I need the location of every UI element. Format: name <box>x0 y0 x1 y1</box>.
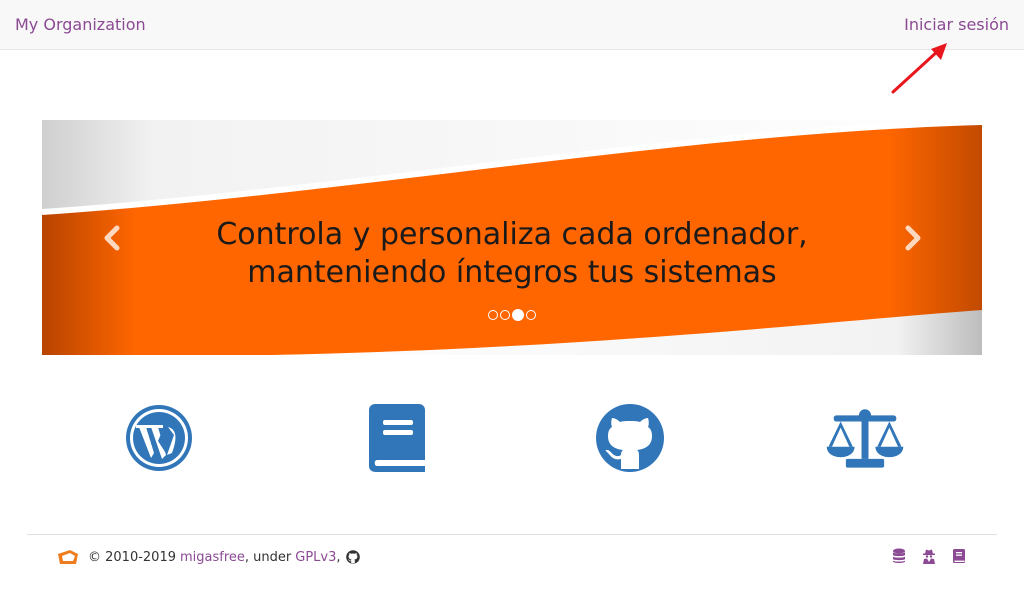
caption-line-1: Controla y personaliza cada ordenador, <box>216 217 808 252</box>
carousel-next-button[interactable] <box>898 223 928 253</box>
chevron-left-icon <box>104 225 120 251</box>
github-link[interactable] <box>590 400 670 476</box>
carousel-indicator[interactable] <box>500 310 510 320</box>
wordpress-icon <box>126 405 192 471</box>
brand-link[interactable]: My Organization <box>15 15 146 34</box>
footer-under-text: , under <box>244 549 292 565</box>
book-icon <box>369 404 425 472</box>
navbar: My Organization Iniciar sesión <box>0 0 1024 50</box>
carousel-caption: Controla y personaliza cada ordenador, m… <box>42 216 982 292</box>
book-small-icon[interactable] <box>951 548 967 564</box>
carousel-indicator-active[interactable] <box>512 309 524 321</box>
caption-line-2: manteniendo íntegros tus sistemas <box>247 255 777 290</box>
github-icon <box>596 404 664 472</box>
carousel-prev-button[interactable] <box>97 223 127 253</box>
login-link[interactable]: Iniciar sesión <box>904 15 1009 34</box>
license-link[interactable] <box>825 400 905 476</box>
migasfree-logo-icon <box>58 550 78 564</box>
gplv3-link[interactable]: GPLv3 <box>295 550 336 565</box>
carousel-indicator[interactable] <box>488 310 498 320</box>
database-icon[interactable] <box>891 548 907 564</box>
footer-copyright: © 2010-2019 <box>88 549 176 565</box>
carousel-indicator[interactable] <box>526 310 536 320</box>
hero-carousel: Controla y personaliza cada ordenador, m… <box>42 120 982 355</box>
documentation-link[interactable] <box>355 400 435 476</box>
carousel-indicators <box>42 309 982 321</box>
chevron-right-icon <box>905 225 921 251</box>
balance-scale-icon <box>826 409 904 468</box>
annotation-arrow-icon <box>891 43 947 94</box>
footer-comma: , <box>336 549 341 565</box>
wordpress-link[interactable] <box>119 400 199 476</box>
footer-divider <box>27 534 997 535</box>
user-secret-icon[interactable] <box>921 548 937 564</box>
github-small-icon[interactable] <box>345 550 360 564</box>
migasfree-link[interactable]: migasfree <box>180 550 245 565</box>
footer-icon-links <box>891 548 967 564</box>
footer: © 2010-2019 migasfree , under GPLv3 , <box>56 547 360 567</box>
